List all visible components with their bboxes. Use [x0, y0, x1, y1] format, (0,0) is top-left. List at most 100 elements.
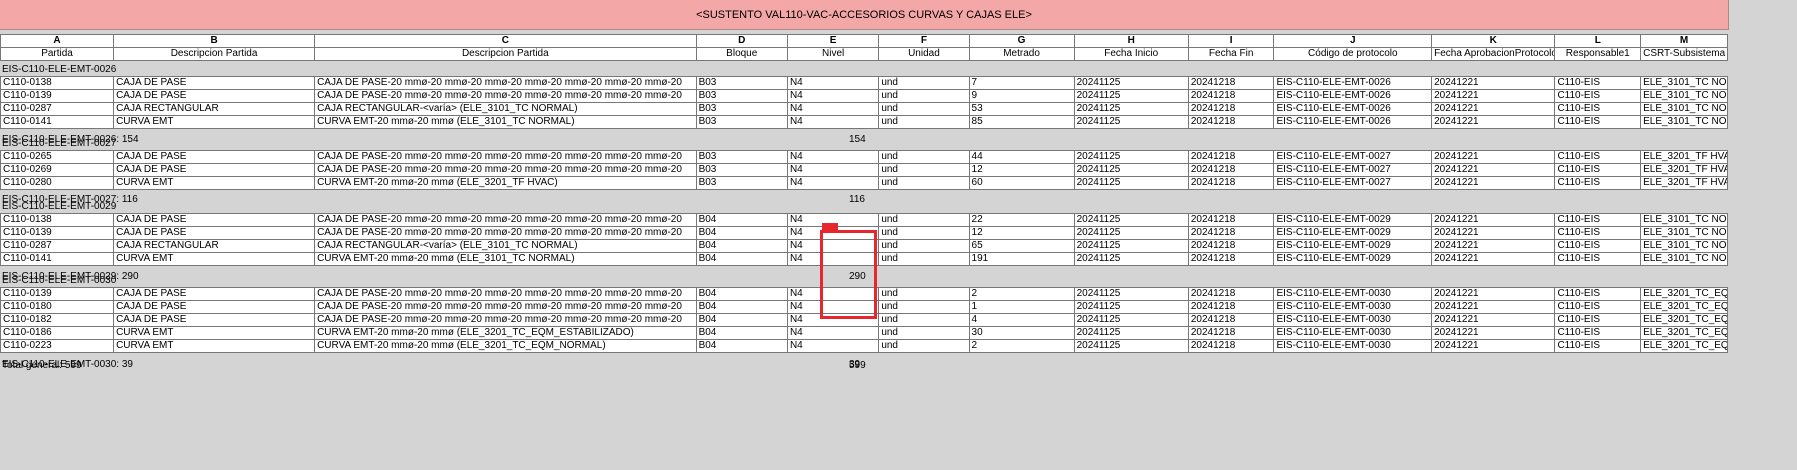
- table-cell[interactable]: 85: [968, 115, 1075, 129]
- table-cell[interactable]: N4: [786, 115, 880, 129]
- table-cell[interactable]: C110-0186: [0, 326, 115, 340]
- table-row[interactable]: C110-0269 CAJA DE PASE CAJA DE PASE-20 mmø…: [0, 163, 1728, 177]
- table-cell[interactable]: C110-EIS: [1554, 252, 1642, 266]
- table-cell[interactable]: 20241221: [1431, 252, 1556, 266]
- table-cell[interactable]: CAJA DE PASE-20 mmø-20 mmø-20 mmø-20 mmø…: [314, 150, 697, 164]
- table-cell[interactable]: 9: [968, 89, 1075, 103]
- column-header[interactable]: Responsable1: [1554, 47, 1642, 61]
- table-cell[interactable]: 20241218: [1187, 213, 1275, 227]
- table-cell[interactable]: N4: [786, 76, 880, 90]
- table-cell[interactable]: EIS-C110-ELE-EMT-0026: [1273, 76, 1433, 90]
- table-cell[interactable]: CAJA DE PASE-20 mmø-20 mmø-20 mmø-20 mmø…: [314, 163, 697, 177]
- table-cell[interactable]: B03: [695, 102, 788, 116]
- column-letter-j[interactable]: J: [1273, 34, 1433, 48]
- table-cell[interactable]: C110-0139: [0, 226, 115, 240]
- table-cell[interactable]: 20241125: [1073, 102, 1189, 116]
- column-header[interactable]: Nivel: [786, 47, 880, 61]
- table-cell[interactable]: B04: [695, 226, 788, 240]
- table-cell[interactable]: C110-0138: [0, 76, 115, 90]
- column-header[interactable]: Descripcion Partida: [113, 47, 316, 61]
- table-cell[interactable]: 20241218: [1187, 226, 1275, 240]
- table-cell[interactable]: 20241125: [1073, 326, 1189, 340]
- table-cell[interactable]: C110-0138: [0, 213, 115, 227]
- column-letter-h[interactable]: H: [1073, 34, 1189, 48]
- table-cell[interactable]: C110-EIS: [1554, 239, 1642, 253]
- table-row[interactable]: C110-0186 CURVA EMT CURVA EMT-20 mmø-20 mm…: [0, 326, 1728, 340]
- table-cell[interactable]: 4: [968, 313, 1075, 327]
- table-cell[interactable]: und: [878, 239, 970, 253]
- table-cell[interactable]: C110-EIS: [1554, 226, 1642, 240]
- table-cell[interactable]: N4: [786, 89, 880, 103]
- table-cell[interactable]: C110-0287: [0, 239, 115, 253]
- table-cell[interactable]: 20241221: [1431, 176, 1556, 190]
- table-cell[interactable]: ELE_3201_TC_EQ: [1640, 300, 1728, 314]
- table-cell[interactable]: B04: [695, 313, 788, 327]
- table-cell[interactable]: C110-EIS: [1554, 300, 1642, 314]
- table-cell[interactable]: 20241218: [1187, 300, 1275, 314]
- table-cell[interactable]: CAJA RECTANGULAR-<varía> (ELE_3101_TC NO…: [314, 102, 697, 116]
- table-cell[interactable]: 20241218: [1187, 76, 1275, 90]
- column-letter-l[interactable]: L: [1554, 34, 1642, 48]
- column-letter-g[interactable]: G: [968, 34, 1075, 48]
- table-cell[interactable]: C110-EIS: [1554, 150, 1642, 164]
- table-cell[interactable]: EIS-C110-ELE-EMT-0029: [1273, 239, 1433, 253]
- column-letter-c[interactable]: C: [314, 34, 697, 48]
- table-cell[interactable]: 65: [968, 239, 1075, 253]
- table-cell[interactable]: CURVA EMT: [113, 115, 316, 129]
- table-cell[interactable]: 20241125: [1073, 76, 1189, 90]
- table-cell[interactable]: CURVA EMT-20 mmø-20 mmø (ELE_3101_TC NOR…: [314, 115, 697, 129]
- table-cell[interactable]: C110-0287: [0, 102, 115, 116]
- table-cell[interactable]: CAJA DE PASE-20 mmø-20 mmø-20 mmø-20 mmø…: [314, 89, 697, 103]
- table-cell[interactable]: 20241221: [1431, 213, 1556, 227]
- table-cell[interactable]: EIS-C110-ELE-EMT-0030: [1273, 300, 1433, 314]
- table-cell[interactable]: 20241218: [1187, 176, 1275, 190]
- table-cell[interactable]: CURVA EMT-20 mmø-20 mmø (ELE_3101_TC NOR…: [314, 252, 697, 266]
- column-letter-f[interactable]: F: [878, 34, 970, 48]
- table-cell[interactable]: 20241125: [1073, 287, 1189, 301]
- table-cell[interactable]: 20241218: [1187, 287, 1275, 301]
- table-cell[interactable]: 20241218: [1187, 163, 1275, 177]
- table-cell[interactable]: CAJA DE PASE: [113, 163, 316, 177]
- table-cell[interactable]: ELE_3101_TC NOR: [1640, 213, 1728, 227]
- table-cell[interactable]: CAJA DE PASE: [113, 89, 316, 103]
- table-cell[interactable]: EIS-C110-ELE-EMT-0027: [1273, 163, 1433, 177]
- table-cell[interactable]: CAJA DE PASE-20 mmø-20 mmø-20 mmø-20 mmø…: [314, 300, 697, 314]
- table-cell[interactable]: C110-EIS: [1554, 89, 1642, 103]
- table-cell[interactable]: EIS-C110-ELE-EMT-0030: [1273, 313, 1433, 327]
- table-cell[interactable]: und: [878, 213, 970, 227]
- table-cell[interactable]: 20241221: [1431, 115, 1556, 129]
- table-cell[interactable]: N4: [786, 176, 880, 190]
- table-cell[interactable]: 20241221: [1431, 163, 1556, 177]
- column-letter-e[interactable]: E: [786, 34, 880, 48]
- table-cell[interactable]: ELE_3201_TC_EQ: [1640, 313, 1728, 327]
- column-letter-k[interactable]: K: [1431, 34, 1556, 48]
- table-cell[interactable]: und: [878, 89, 970, 103]
- table-cell[interactable]: 2: [968, 287, 1075, 301]
- table-cell[interactable]: CAJA RECTANGULAR-<varía> (ELE_3101_TC NO…: [314, 239, 697, 253]
- table-cell[interactable]: CAJA RECTANGULAR: [113, 239, 316, 253]
- table-cell[interactable]: 44: [968, 150, 1075, 164]
- table-cell[interactable]: und: [878, 102, 970, 116]
- column-header[interactable]: Fecha Inicio: [1073, 47, 1189, 61]
- table-cell[interactable]: CURVA EMT-20 mmø-20 mmø (ELE_3201_TC_EQM…: [314, 339, 697, 353]
- column-letter-a[interactable]: A: [0, 34, 115, 48]
- column-header[interactable]: Bloque: [695, 47, 788, 61]
- table-cell[interactable]: CAJA DE PASE-20 mmø-20 mmø-20 mmø-20 mmø…: [314, 213, 697, 227]
- table-cell[interactable]: C110-EIS: [1554, 326, 1642, 340]
- table-cell[interactable]: EIS-C110-ELE-EMT-0030: [1273, 326, 1433, 340]
- table-cell[interactable]: C110-0265: [0, 150, 115, 164]
- table-cell[interactable]: C110-0180: [0, 300, 115, 314]
- table-cell[interactable]: 20241218: [1187, 102, 1275, 116]
- table-cell[interactable]: 20241125: [1073, 163, 1189, 177]
- table-row[interactable]: C110-0138 CAJA DE PASE CAJA DE PASE-20 mmø…: [0, 76, 1728, 90]
- table-cell[interactable]: und: [878, 326, 970, 340]
- table-cell[interactable]: und: [878, 115, 970, 129]
- table-cell[interactable]: 20241125: [1073, 239, 1189, 253]
- column-header[interactable]: Metrado: [968, 47, 1075, 61]
- table-cell[interactable]: C110-0269: [0, 163, 115, 177]
- table-cell[interactable]: CAJA DE PASE-20 mmø-20 mmø-20 mmø-20 mmø…: [314, 287, 697, 301]
- table-cell[interactable]: C110-0280: [0, 176, 115, 190]
- table-cell[interactable]: ELE_3101_TC NOR: [1640, 239, 1728, 253]
- table-cell[interactable]: CURVA EMT-20 mmø-20 mmø (ELE_3201_TC_EQM…: [314, 326, 697, 340]
- table-cell[interactable]: 20241221: [1431, 300, 1556, 314]
